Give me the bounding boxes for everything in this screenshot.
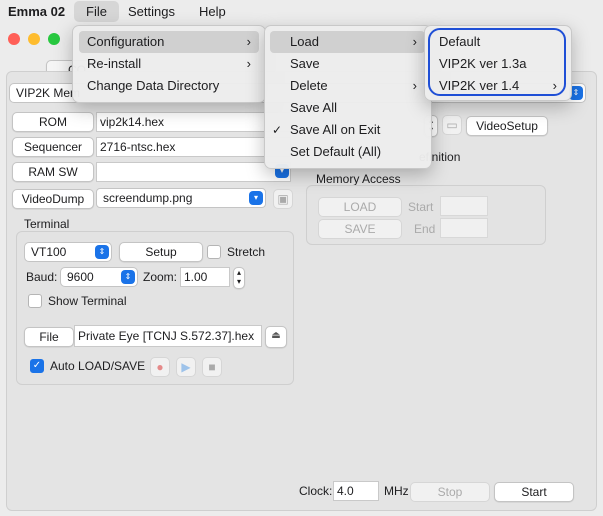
- rom-button[interactable]: ROM: [12, 112, 94, 132]
- baud-value: 9600: [67, 270, 94, 284]
- mem-end-label: End: [414, 222, 436, 236]
- videodump-button[interactable]: VideoDump: [12, 189, 94, 209]
- menu-item-default[interactable]: Default: [431, 31, 565, 53]
- mem-start-field[interactable]: [440, 196, 488, 216]
- menu-item-set-default[interactable]: Set Default (All): [270, 141, 425, 163]
- app-menu[interactable]: Emma 02: [8, 4, 65, 19]
- terminal-file-field[interactable]: Private Eye [TCNJ S.572.37].hex: [74, 325, 262, 347]
- menu-item-label: VIP2K ver 1.4: [439, 78, 520, 93]
- minimize-icon[interactable]: [28, 33, 40, 45]
- clock-field[interactable]: 4.0: [333, 481, 379, 501]
- chevron-right-icon: ›: [246, 34, 251, 49]
- stop-button[interactable]: Stop: [410, 482, 490, 502]
- menu-item-label: Save: [290, 56, 320, 71]
- file-menu: Configuration › Re-install › Change Data…: [72, 25, 266, 103]
- chevron-right-icon: ›: [412, 34, 417, 49]
- menu-item-vip2k-14[interactable]: VIP2K ver 1.4 ›: [431, 75, 565, 97]
- menu-item-change-data-directory[interactable]: Change Data Directory: [79, 75, 259, 97]
- rom-field[interactable]: vip2k14.hex: [96, 112, 291, 132]
- menu-item-label: Load: [290, 34, 319, 49]
- sequencer-field[interactable]: 2716-ntsc.hex: [96, 137, 291, 157]
- terminal-file-button[interactable]: File: [24, 327, 74, 347]
- show-terminal-checkbox[interactable]: [28, 294, 42, 308]
- terminal-type-select[interactable]: VT100 ⇕: [24, 242, 112, 262]
- chevron-right-icon: ›: [412, 78, 417, 93]
- videodump-select[interactable]: screendump.png ▾: [96, 188, 266, 208]
- menu-item-delete[interactable]: Delete ›: [270, 75, 425, 97]
- terminal-title: Terminal: [24, 217, 70, 231]
- menu-bar: Emma 02 File Settings Help: [0, 0, 603, 26]
- menu-item-label: Re-install: [87, 56, 142, 71]
- zoom-field[interactable]: 1.00: [180, 267, 230, 287]
- menu-help[interactable]: Help: [199, 4, 226, 19]
- configuration-submenu: Load › Save Delete › Save All ✓ Save All…: [264, 25, 432, 169]
- menu-item-label: VIP2K ver 1.3a: [439, 56, 527, 71]
- chevron-right-icon: ›: [552, 78, 557, 93]
- mhz-label: MHz: [384, 484, 409, 498]
- menu-item-save-all-on-exit[interactable]: ✓ Save All on Exit: [270, 119, 425, 141]
- stop-icon[interactable]: ■: [202, 357, 222, 377]
- menu-item-label: Save All: [290, 100, 337, 115]
- chevron-right-icon: ›: [246, 56, 251, 71]
- menu-item-save-all[interactable]: Save All: [270, 97, 425, 119]
- chevron-down-icon: ▾: [249, 191, 263, 205]
- videosetup-button[interactable]: VideoSetup: [466, 116, 548, 136]
- mem-end-field[interactable]: [440, 218, 488, 238]
- record-icon[interactable]: ●: [150, 357, 170, 377]
- auto-load-save-checkbox[interactable]: ✓: [30, 359, 44, 373]
- eject-icon[interactable]: ⏏: [265, 326, 287, 348]
- checkmark-icon: ✓: [272, 123, 283, 137]
- clock-label: Clock:: [299, 484, 333, 498]
- screen-icon[interactable]: ▭: [442, 115, 462, 135]
- chevron-updown-icon: ⇕: [95, 245, 109, 259]
- auto-load-save-label: Auto LOAD/SAVE: [50, 359, 146, 373]
- menu-item-label: Delete: [290, 78, 328, 93]
- menu-item-label: Save All on Exit: [290, 122, 381, 137]
- zoom-label: Zoom:: [143, 270, 178, 284]
- menu-item-label: Set Default (All): [290, 144, 382, 159]
- play-icon[interactable]: ▶: [176, 357, 196, 377]
- zoom-icon[interactable]: [48, 33, 60, 45]
- ramsw-field[interactable]: [96, 162, 291, 182]
- terminal-type-value: VT100: [31, 245, 67, 259]
- mem-start-label: Start: [408, 200, 434, 214]
- mem-save-button[interactable]: SAVE: [318, 219, 402, 239]
- menu-item-configuration[interactable]: Configuration ›: [79, 31, 259, 53]
- baud-select[interactable]: 9600 ⇕: [60, 267, 138, 287]
- menu-item-label: Default: [439, 34, 481, 49]
- load-submenu: Default VIP2K ver 1.3a VIP2K ver 1.4 ›: [424, 25, 572, 101]
- chevron-updown-icon: ⇕: [121, 270, 135, 284]
- memory-access-title: Memory Access: [316, 172, 401, 186]
- show-terminal-label: Show Terminal: [48, 294, 127, 308]
- menu-file[interactable]: File: [74, 1, 119, 22]
- menu-item-vip2k-13a[interactable]: VIP2K ver 1.3a: [431, 53, 565, 75]
- close-icon[interactable]: [8, 33, 20, 45]
- menu-item-label: Configuration: [87, 34, 165, 49]
- mem-load-button[interactable]: LOAD: [318, 197, 402, 217]
- baud-label: Baud:: [26, 270, 58, 284]
- menu-item-reinstall[interactable]: Re-install ›: [79, 53, 259, 75]
- terminal-setup-button[interactable]: Setup: [119, 242, 203, 262]
- sequencer-button[interactable]: Sequencer: [12, 137, 94, 157]
- computer-select-value: VIP2K Mem: [16, 86, 81, 100]
- stretch-checkbox[interactable]: [207, 245, 221, 259]
- ramsw-button[interactable]: RAM SW: [12, 162, 94, 182]
- start-button[interactable]: Start: [494, 482, 574, 502]
- menu-item-load[interactable]: Load ›: [270, 31, 425, 53]
- videodump-value: screendump.png: [103, 191, 193, 205]
- menu-settings[interactable]: Settings: [128, 4, 175, 19]
- menu-item-label: Change Data Directory: [87, 78, 220, 93]
- save-disk-icon[interactable]: ▣: [273, 189, 293, 209]
- zoom-stepper[interactable]: ▴ ▾: [233, 267, 245, 289]
- stretch-label: Stretch: [227, 245, 266, 259]
- menu-item-save[interactable]: Save: [270, 53, 425, 75]
